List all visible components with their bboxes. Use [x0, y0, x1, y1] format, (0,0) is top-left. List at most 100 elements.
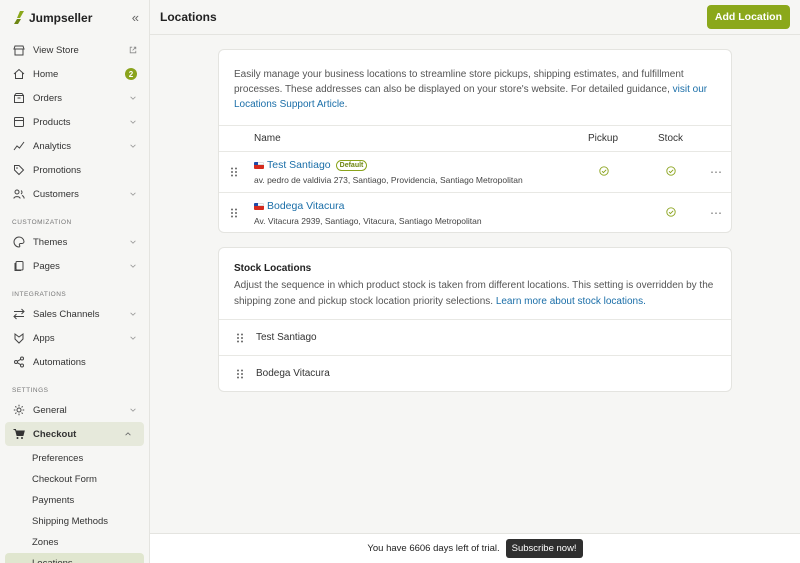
gear-icon: [13, 404, 25, 416]
intro-text: Easily manage your business locations to…: [234, 69, 684, 95]
brand-name: Jumpseller: [29, 10, 93, 25]
sidebar-item-products[interactable]: Products: [0, 110, 149, 134]
sidebar-item-label: Apps: [33, 332, 55, 344]
chevron-up-icon: [125, 432, 131, 436]
sidebar-item-home[interactable]: Home 2: [0, 62, 149, 86]
stock-locations-title: Stock Locations: [234, 263, 312, 274]
sidebar-item-label: General: [33, 404, 67, 416]
sidebar-item-label: Automations: [33, 356, 86, 368]
stock-location-row[interactable]: Bodega Vitacura: [219, 355, 731, 391]
sidebar-item-promotions[interactable]: Promotions: [0, 158, 149, 182]
stock-check-icon: [666, 166, 676, 176]
chevron-down-icon: [130, 120, 136, 124]
sidebar-item-orders[interactable]: Orders: [0, 86, 149, 110]
locations-card: Easily manage your business locations to…: [218, 49, 732, 233]
chevron-down-icon: [130, 408, 136, 412]
sidebar-item-label: Checkout: [33, 428, 77, 440]
pickup-check-icon: [599, 166, 609, 176]
sidebar-item-label: Customers: [33, 188, 79, 200]
stock-learn-more-link[interactable]: Learn more about stock locations.: [496, 296, 646, 307]
pages-icon: [13, 260, 25, 272]
col-pickup: Pickup: [588, 133, 619, 144]
tag-icon: [13, 164, 25, 176]
trial-bar: You have 6606 days left of trial. Subscr…: [150, 533, 800, 563]
store-icon: [13, 44, 25, 56]
stock-locations-card: Stock Locations Adjust the sequence in w…: [218, 247, 732, 392]
sidebar-item-pages[interactable]: Pages: [0, 254, 149, 278]
location-name-line: Test Santiago Default: [254, 159, 368, 171]
sidebar-item-checkout[interactable]: Checkout: [5, 422, 144, 446]
checkout-sub-checkout-form[interactable]: Checkout Form: [0, 469, 149, 490]
cart-icon: [13, 428, 25, 440]
more-options-icon[interactable]: ⋯: [710, 165, 722, 179]
chevron-down-icon: [130, 144, 136, 148]
checkout-sub-shipping-methods[interactable]: Shipping Methods: [0, 511, 149, 532]
external-link-icon: [129, 46, 137, 54]
chevron-down-icon: [130, 192, 136, 196]
drag-handle-icon[interactable]: [230, 167, 238, 177]
sidebar-item-label: Home: [33, 68, 59, 80]
default-badge: Default: [335, 159, 368, 171]
stock-check-icon: [666, 207, 676, 217]
add-location-button[interactable]: Add Location: [706, 5, 790, 29]
chevron-down-icon: [130, 312, 136, 316]
trial-text: You have 6606 days left of trial.: [367, 543, 500, 554]
sidebar-item-sales-channels[interactable]: Sales Channels: [0, 302, 149, 326]
home-badge: 2: [125, 68, 137, 80]
checkout-sub-payments[interactable]: Payments: [0, 490, 149, 511]
stock-location-name: Bodega Vitacura: [256, 368, 330, 379]
col-stock: Stock: [658, 133, 684, 144]
sidebar-item-view-store[interactable]: View Store: [0, 38, 149, 62]
brand-bar: Jumpseller «: [0, 0, 149, 35]
sidebar-item-label: Sales Channels: [33, 308, 100, 320]
sidebar-item-analytics[interactable]: Analytics: [0, 134, 149, 158]
sidebar-item-label: Orders: [33, 92, 63, 104]
brand-logo[interactable]: Jumpseller: [14, 11, 92, 25]
subscribe-button[interactable]: Subscribe now!: [505, 539, 583, 558]
stock-location-name: Test Santiago: [256, 332, 317, 343]
checkout-sub-preferences[interactable]: Preferences: [0, 448, 149, 469]
section-integrations: INTEGRATIONS: [12, 291, 67, 298]
sidebar-item-label: Themes: [33, 236, 68, 248]
location-row: Test Santiago Default av. pedro de valdi…: [219, 151, 731, 192]
location-name-line: Bodega Vitacura: [254, 200, 344, 212]
sidebar-item-customers[interactable]: Customers: [0, 182, 149, 206]
sidebar-item-automations[interactable]: Automations: [0, 350, 149, 374]
section-customization: CUSTOMIZATION: [12, 219, 72, 226]
sidebar-item-label: Analytics: [33, 140, 72, 152]
locations-intro: Easily manage your business locations to…: [219, 50, 731, 125]
checkout-sub-locations[interactable]: Locations: [5, 553, 144, 563]
sidebar-item-themes[interactable]: Themes: [0, 230, 149, 254]
sidebar-item-label: Products: [33, 116, 71, 128]
sidebar-item-label: Promotions: [33, 164, 82, 176]
location-row: Bodega Vitacura Av. Vitacura 2939, Santi…: [219, 192, 731, 233]
location-name-link[interactable]: Bodega Vitacura: [267, 200, 344, 212]
sidebar-item-general[interactable]: General: [0, 398, 149, 422]
chevron-down-icon: [130, 336, 136, 340]
intro-end: .: [344, 99, 348, 110]
jumpseller-logo-icon: [14, 11, 24, 24]
drag-handle-icon[interactable]: [236, 333, 244, 343]
chile-flag-icon: [254, 161, 264, 169]
location-address: Av. Vitacura 2939, Santiago, Vitacura, S…: [254, 216, 482, 226]
collapse-sidebar-icon[interactable]: «: [132, 10, 139, 25]
automations-icon: [13, 356, 25, 368]
customers-icon: [13, 188, 25, 200]
home-icon: [13, 68, 25, 80]
page-header: Locations Add Location: [150, 0, 800, 35]
checkout-sub-zones[interactable]: Zones: [0, 532, 149, 553]
orders-icon: [13, 92, 25, 104]
palette-icon: [13, 236, 25, 248]
analytics-icon: [13, 140, 25, 152]
chevron-down-icon: [130, 96, 136, 100]
channels-icon: [13, 308, 25, 320]
chevron-down-icon: [130, 264, 136, 268]
stock-location-row[interactable]: Test Santiago: [219, 319, 731, 355]
location-address: av. pedro de valdivia 273, Santiago, Pro…: [254, 175, 523, 185]
drag-handle-icon[interactable]: [230, 208, 238, 218]
more-options-icon[interactable]: ⋯: [710, 206, 722, 220]
location-name-link[interactable]: Test Santiago: [267, 159, 331, 171]
sidebar-item-apps[interactable]: Apps: [0, 326, 149, 350]
drag-handle-icon[interactable]: [236, 369, 244, 379]
sidebar-item-label: Pages: [33, 260, 60, 272]
